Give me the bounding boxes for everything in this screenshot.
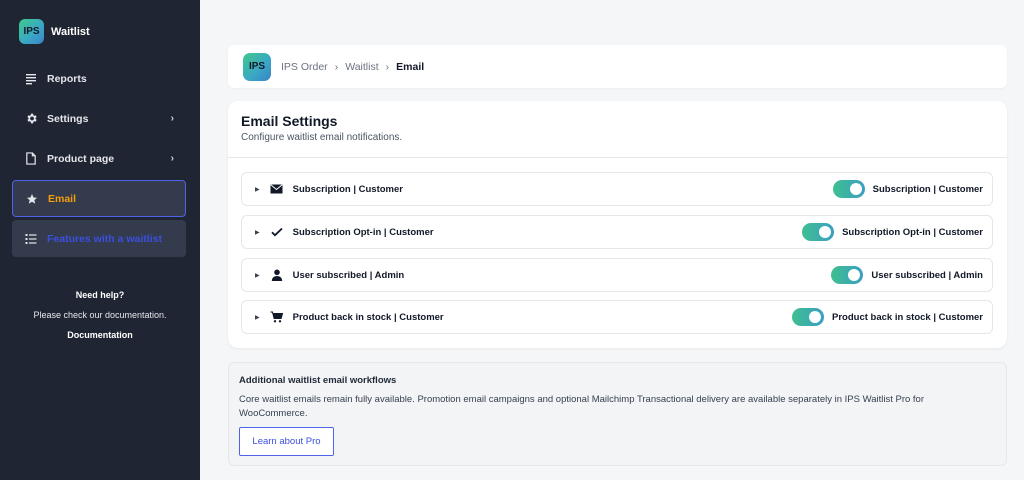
pro-title: Additional waitlist email workflows bbox=[239, 375, 397, 386]
documentation-link[interactable]: Documentation bbox=[0, 330, 200, 340]
chevron-right-icon: › bbox=[170, 153, 174, 164]
toggle-group: User subscribed | Admin bbox=[831, 266, 983, 284]
email-row-title: Product back in stock | Customer bbox=[292, 311, 444, 323]
breadcrumb-item-ips-order[interactable]: IPS Order bbox=[281, 61, 328, 73]
toggle-label: Subscription | Customer bbox=[872, 183, 983, 195]
email-row-title: User subscribed | Admin bbox=[292, 269, 405, 281]
toggle-group: Product back in stock | Customer bbox=[792, 308, 983, 326]
sidebar-item-label: Reports bbox=[47, 72, 87, 85]
toggle-group: Subscription | Customer bbox=[832, 180, 983, 198]
help-text: Please check our documentation. bbox=[33, 310, 167, 320]
list-check-icon bbox=[24, 232, 38, 246]
enable-toggle[interactable] bbox=[832, 180, 865, 198]
pro-promo-card: Additional waitlist email workflows Core… bbox=[228, 362, 1007, 466]
email-row-subscription-customer[interactable]: ▶ Subscription | Customer Subscription |… bbox=[241, 172, 993, 206]
page-title: Email Settings bbox=[241, 113, 338, 129]
email-row-title: Subscription Opt-in | Customer bbox=[292, 226, 434, 238]
breadcrumb-separator: › bbox=[334, 60, 339, 73]
email-row-product-back-in-stock-customer[interactable]: ▶ Product back in stock | Customer Produ… bbox=[241, 300, 993, 334]
sidebar: IPS Waitlist Reports Settings › Product … bbox=[0, 0, 200, 480]
sidebar-item-features[interactable]: Features with a waitlist bbox=[12, 220, 186, 257]
enable-toggle[interactable] bbox=[802, 223, 835, 241]
user-icon bbox=[270, 268, 284, 282]
sidebar-item-product-page[interactable]: Product page › bbox=[12, 140, 186, 177]
email-row-user-subscribed-admin[interactable]: ▶ User subscribed | Admin User subscribe… bbox=[241, 258, 993, 292]
expand-caret-icon[interactable]: ▶ bbox=[255, 229, 260, 236]
email-row-title: Subscription | Customer bbox=[292, 183, 403, 195]
breadcrumb-item-waitlist[interactable]: Waitlist bbox=[345, 61, 378, 73]
document-icon bbox=[24, 152, 38, 166]
enable-toggle[interactable] bbox=[831, 266, 864, 284]
check-icon bbox=[270, 225, 284, 239]
breadcrumb-item-current: Email bbox=[396, 60, 425, 73]
header-logo: IPS bbox=[243, 52, 271, 81]
toggle-label: Product back in stock | Customer bbox=[832, 311, 983, 323]
star-icon bbox=[25, 192, 39, 206]
page-subtitle: Configure waitlist email notifications. bbox=[241, 132, 403, 143]
email-row-subscription-optin-customer[interactable]: ▶ Subscription Opt-in | Customer Subscri… bbox=[241, 215, 993, 249]
email-settings-card: Email Settings Configure waitlist email … bbox=[228, 101, 1007, 348]
divider bbox=[228, 157, 1007, 158]
list-lines-icon bbox=[24, 72, 38, 86]
brand[interactable]: IPS Waitlist bbox=[19, 19, 90, 44]
sidebar-item-settings[interactable]: Settings › bbox=[12, 100, 186, 137]
sidebar-item-email[interactable]: Email bbox=[12, 180, 186, 217]
breadcrumb: IPS Order › Waitlist › Email bbox=[281, 61, 424, 73]
expand-caret-icon[interactable]: ▶ bbox=[255, 186, 260, 193]
sidebar-item-reports[interactable]: Reports bbox=[12, 60, 186, 97]
sidebar-item-label: Email bbox=[48, 192, 77, 205]
sidebar-item-label: Features with a waitlist bbox=[47, 232, 162, 245]
help-title: Need help? bbox=[75, 290, 125, 300]
chevron-right-icon: › bbox=[170, 113, 174, 124]
cart-icon bbox=[270, 310, 284, 324]
app-name: Waitlist bbox=[51, 25, 90, 38]
enable-toggle[interactable] bbox=[792, 308, 824, 326]
learn-about-pro-button[interactable]: Learn about Pro bbox=[239, 427, 334, 456]
sidebar-item-label: Product page bbox=[47, 152, 115, 165]
breadcrumb-header: IPS IPS Order › Waitlist › Email bbox=[228, 45, 1007, 88]
app-logo: IPS bbox=[19, 19, 44, 44]
expand-caret-icon[interactable]: ▶ bbox=[255, 272, 260, 279]
toggle-group: Subscription Opt-in | Customer bbox=[802, 223, 983, 241]
sidebar-item-label: Settings bbox=[47, 112, 89, 125]
expand-caret-icon[interactable]: ▶ bbox=[255, 314, 260, 321]
toggle-label: User subscribed | Admin bbox=[871, 269, 983, 281]
envelope-icon bbox=[270, 182, 284, 196]
gear-icon bbox=[24, 112, 38, 126]
breadcrumb-separator: › bbox=[385, 60, 390, 73]
pro-description: Core waitlist emails remain fully availa… bbox=[239, 394, 925, 419]
help-section: Need help? Please check our documentatio… bbox=[0, 290, 200, 340]
toggle-label: Subscription Opt-in | Customer bbox=[842, 226, 983, 238]
